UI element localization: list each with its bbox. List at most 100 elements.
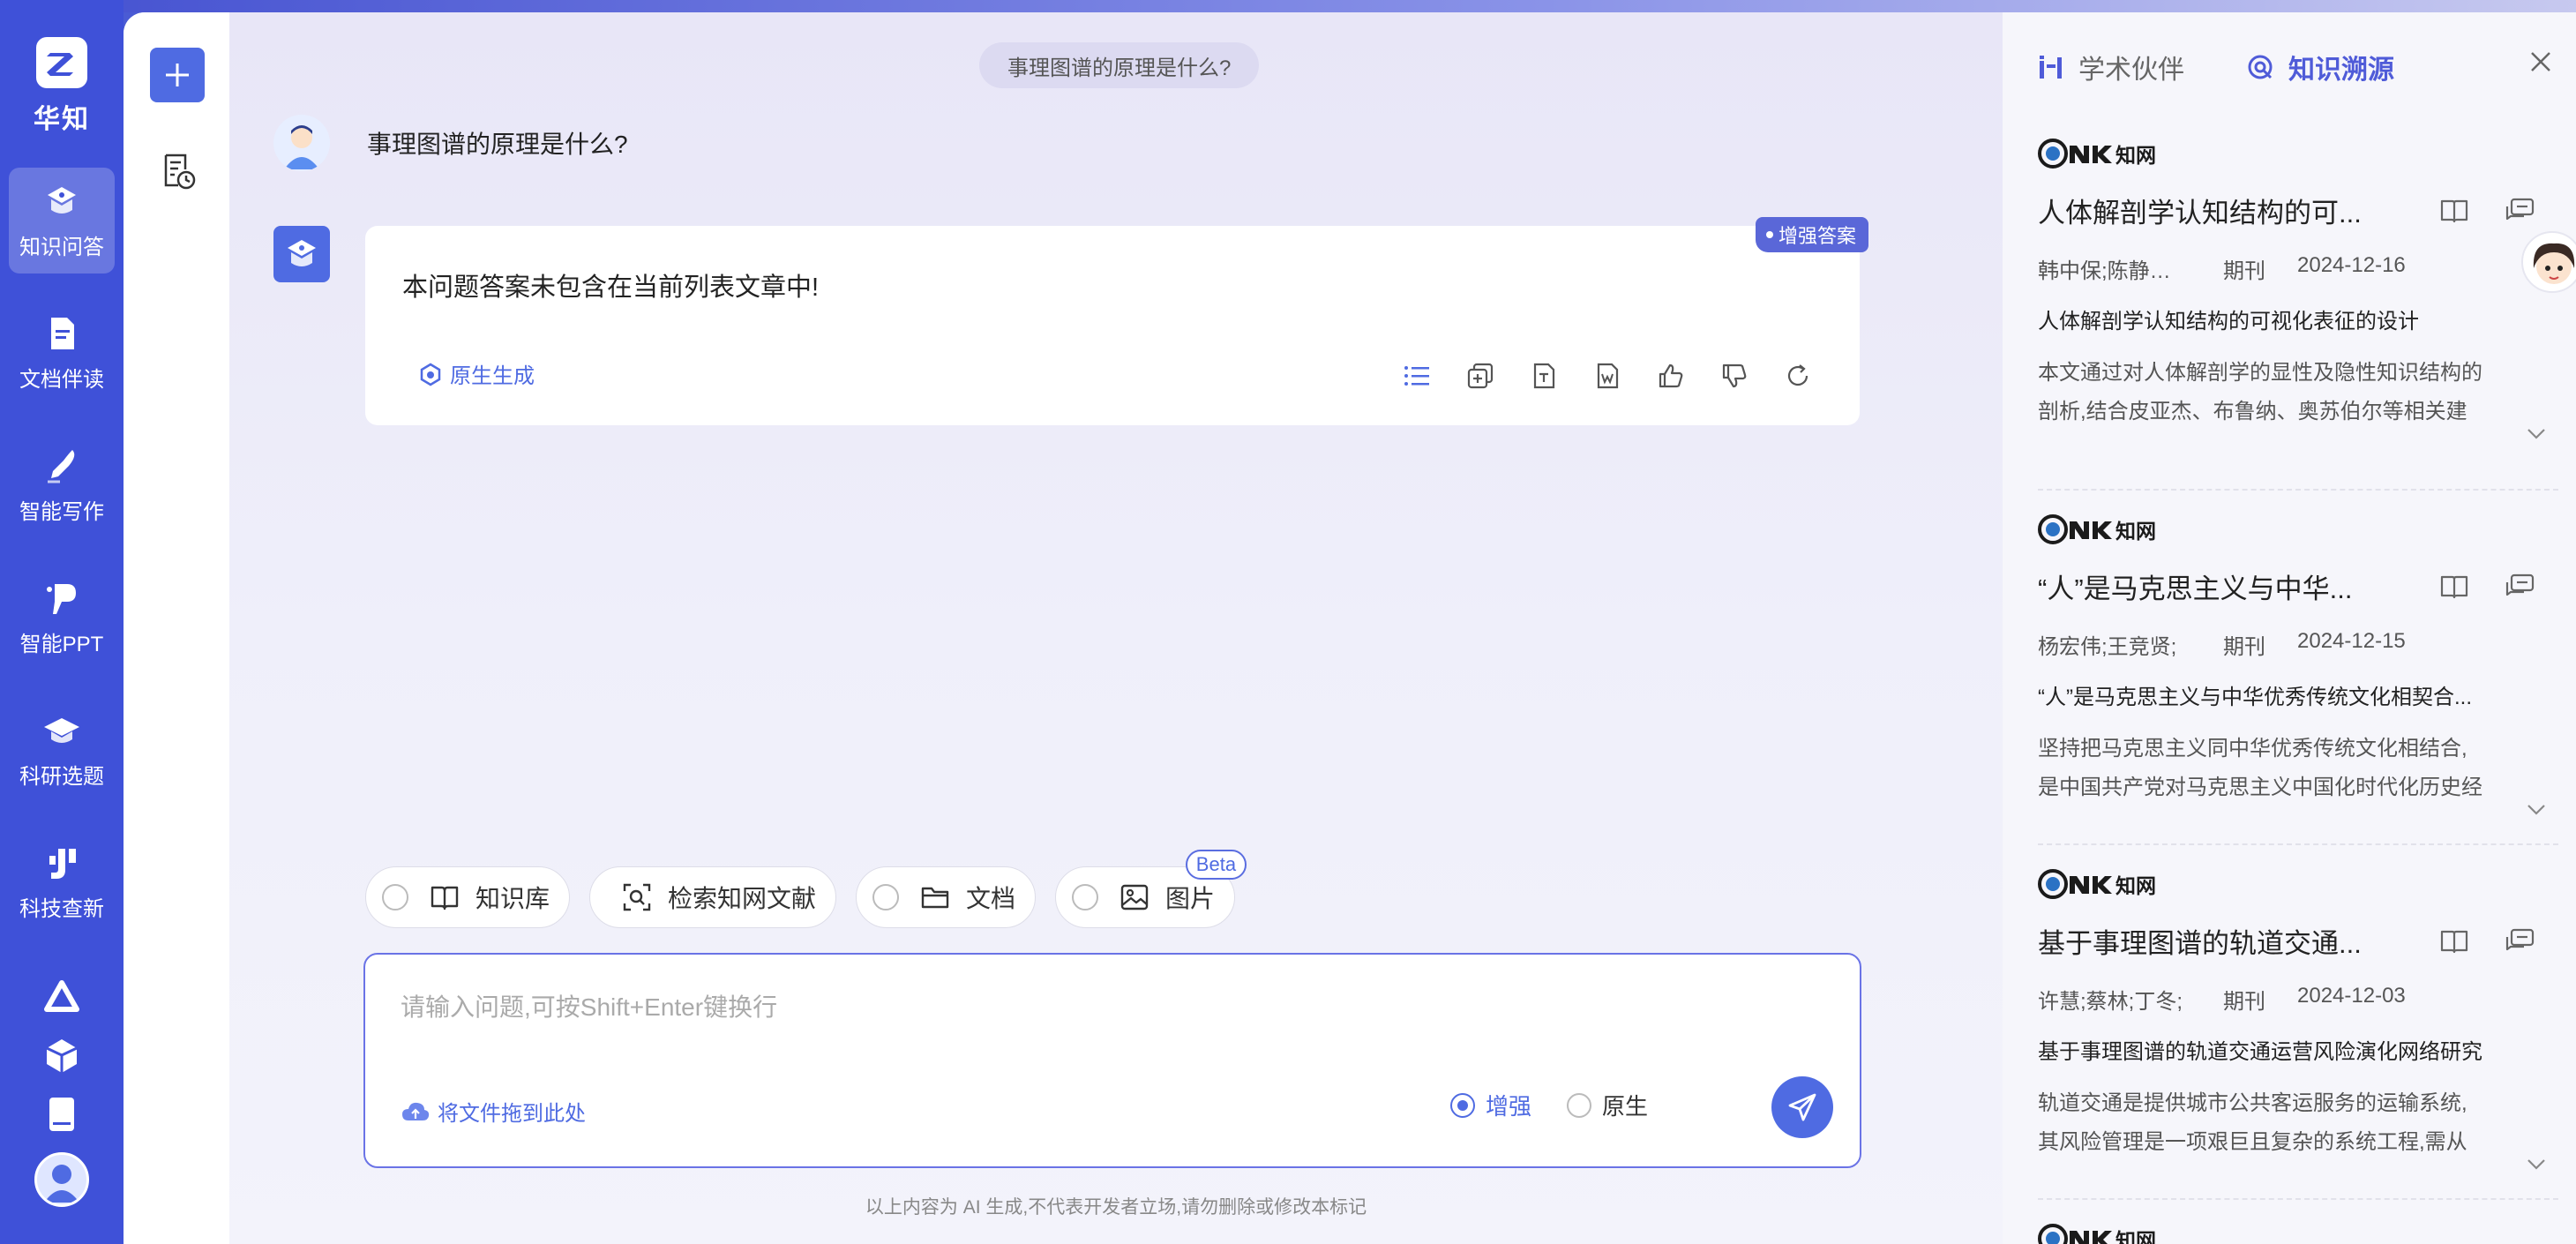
reference-abstract: 坚持把马克思主义同中华优秀传统文化相结合, 是中国共产党对马克思主义中国化时代化… bbox=[2038, 730, 2497, 807]
export-word-button[interactable] bbox=[1590, 358, 1625, 393]
chevron-down-icon[interactable] bbox=[2523, 796, 2550, 822]
nav-item-qa[interactable]: 知识问答 bbox=[9, 168, 115, 274]
send-button[interactable] bbox=[1771, 1076, 1833, 1138]
chip-label: 检索知网文献 bbox=[668, 885, 817, 912]
question-pill[interactable]: 事理图谱的原理是什么? bbox=[979, 42, 1260, 88]
cnki-logo-text: 知网 bbox=[2115, 144, 2156, 167]
ask-button[interactable] bbox=[2504, 571, 2535, 603]
reference-title[interactable]: 人体解剖学认知结构的可... bbox=[2038, 191, 2408, 230]
outline-button[interactable] bbox=[1399, 358, 1434, 393]
mode-native-radio[interactable]: 原生 bbox=[1566, 1089, 1648, 1121]
thumbs-down-icon bbox=[1722, 363, 1747, 388]
beta-badge: Beta bbox=[1185, 850, 1247, 880]
reference-date: 2024-12-15 bbox=[2297, 629, 2406, 653]
user-message: 事理图谱的原理是什么? bbox=[273, 115, 628, 171]
nav-item-topic[interactable]: 科研选题 bbox=[9, 697, 115, 803]
chevron-down-icon[interactable] bbox=[2523, 1150, 2550, 1177]
person-icon bbox=[284, 125, 319, 169]
assistant-avatar bbox=[273, 226, 330, 282]
cnki-globe-icon bbox=[2038, 139, 2112, 169]
reference-title[interactable]: 基于事理图谱的轨道交通... bbox=[2038, 921, 2408, 961]
abstract-line: 轨道交通是提供城市公共客运服务的运输系统, bbox=[2038, 1091, 2467, 1115]
right-panel-tabs: 学术伙伴 知识溯源 bbox=[2038, 48, 2456, 86]
tab-knowledge-trace[interactable]: 知识溯源 bbox=[2246, 48, 2394, 86]
app-logo-text: 华知 bbox=[34, 105, 90, 134]
read-button[interactable] bbox=[2438, 926, 2470, 957]
user-avatar[interactable] bbox=[34, 1152, 89, 1207]
nav-item-writing[interactable]: 智能写作 bbox=[9, 432, 115, 538]
chat-bubble-icon bbox=[2505, 928, 2535, 950]
close-icon bbox=[2531, 52, 2550, 71]
reference-authors: 许慧;蔡林;丁冬; bbox=[2038, 990, 2183, 1014]
chevron-down-icon[interactable] bbox=[2523, 420, 2550, 446]
cnki-logo-text: 知网 bbox=[2115, 1229, 2156, 1244]
triangle-app-icon[interactable] bbox=[41, 978, 82, 1018]
chip-document[interactable]: 文档 bbox=[856, 866, 1037, 928]
like-button[interactable] bbox=[1653, 358, 1689, 393]
reference-title[interactable]: “人”是马克思主义与中华... bbox=[2038, 566, 2408, 606]
reference-item: 知网 人体解剖学认知结构的可... 韩中保;陈静云;... 期刊 2024-12… bbox=[2038, 136, 2558, 491]
app-logo[interactable] bbox=[36, 37, 87, 88]
chat-area: 事理图谱的原理是什么? 事理图谱的原理是什么? 增强答案 本问题答案未包含在当前… bbox=[229, 12, 2003, 1244]
close-panel-button[interactable] bbox=[2523, 44, 2558, 79]
dislike-button[interactable] bbox=[1717, 358, 1752, 393]
nav-item-novelty[interactable]: 科技查新 bbox=[9, 829, 115, 935]
qa-icon bbox=[48, 186, 76, 214]
reference-item: 知网 “人”是马克思主义与中华... 杨宏伟;王竞贤; 期刊 2024-12-1… bbox=[2038, 491, 2558, 845]
chip-knowledge-base[interactable]: 知识库 bbox=[365, 866, 571, 928]
native-generate-button[interactable]: 原生生成 bbox=[418, 358, 535, 389]
main-panel: 事理图谱的原理是什么? 事理图谱的原理是什么? 增强答案 本问题答案未包含在当前… bbox=[124, 12, 2576, 1244]
open-book-icon bbox=[2440, 575, 2468, 598]
drag-upload-area[interactable]: 将文件拖到此处 bbox=[401, 1096, 586, 1127]
cnki-logo: 知网 bbox=[2038, 136, 2558, 171]
question-input[interactable] bbox=[401, 988, 1724, 1059]
document-icon bbox=[51, 317, 74, 349]
history-icon[interactable] bbox=[159, 152, 198, 191]
ask-button[interactable] bbox=[2504, 926, 2535, 957]
chip-image[interactable]: 图片 Beta bbox=[1055, 850, 1247, 928]
scan-search-icon bbox=[623, 883, 651, 911]
nav-item-label: 科技查新 bbox=[19, 896, 104, 921]
chip-radio[interactable] bbox=[1072, 884, 1099, 911]
assistant-character-avatar[interactable] bbox=[2521, 231, 2576, 293]
text-doc-icon bbox=[1533, 363, 1555, 389]
read-button[interactable] bbox=[2438, 571, 2470, 603]
ai-disclaimer: 以上内容为 AI 生成,不代表开发者立场,请勿删除或修改本标记 bbox=[865, 1197, 1367, 1218]
answer-text: 本问题答案未包含在当前列表文章中! bbox=[402, 274, 820, 302]
read-button[interactable] bbox=[2438, 195, 2470, 227]
answer-mode-options: 增强 原生 bbox=[1415, 1089, 1648, 1121]
reference-abstract: 轨道交通是提供城市公共客运服务的运输系统, 其风险管理是一项艰巨且复杂的系统工程… bbox=[2038, 1084, 2497, 1162]
copy-button[interactable] bbox=[1463, 358, 1498, 393]
right-panel: 学术伙伴 知识溯源 知网 人体解剖学认知结构的可... 韩中保;陈静云;... … bbox=[2003, 12, 2576, 1244]
cube-app-icon[interactable] bbox=[41, 1036, 82, 1076]
chip-radio[interactable] bbox=[382, 884, 408, 911]
reference-type: 期刊 bbox=[2223, 990, 2265, 1014]
ask-button[interactable] bbox=[2504, 195, 2535, 227]
tab-academic-partner[interactable]: 学术伙伴 bbox=[2038, 48, 2184, 86]
word-doc-icon bbox=[1597, 363, 1619, 389]
chat-bubble-icon bbox=[2505, 198, 2535, 220]
nav-item-doc-reading[interactable]: 文档伴读 bbox=[9, 300, 115, 406]
chip-radio[interactable] bbox=[872, 884, 900, 911]
nav-item-ppt[interactable]: 智能PPT bbox=[9, 565, 115, 671]
cnki-logo-text: 知网 bbox=[2115, 874, 2156, 897]
reference-subtitle: 基于事理图谱的轨道交通运营风险演化网络研究 bbox=[2038, 1040, 2482, 1064]
search-new-icon bbox=[49, 848, 76, 879]
chat-bubble-icon bbox=[2505, 573, 2535, 596]
mode-enhanced-radio[interactable]: 增强 bbox=[1449, 1089, 1531, 1121]
user-question-text: 事理图谱的原理是什么? bbox=[367, 131, 628, 158]
tablet-icon[interactable] bbox=[41, 1094, 82, 1135]
export-text-button[interactable] bbox=[1526, 358, 1561, 393]
chip-cnki-search[interactable]: 检索知网文献 bbox=[589, 866, 837, 928]
abstract-line: 本文通过对人体解剖学的显性及隐性知识结构的 bbox=[2038, 361, 2482, 385]
graduation-cap-icon bbox=[44, 717, 79, 743]
chip-label: 图片 bbox=[1165, 885, 1216, 912]
folder-icon bbox=[921, 887, 949, 909]
answer-card: 增强答案 本问题答案未包含在当前列表文章中! 原生生成 bbox=[365, 217, 1868, 425]
cloud-upload-icon bbox=[402, 1102, 430, 1120]
regenerate-button[interactable] bbox=[1780, 358, 1816, 393]
reference-subtitle: “人”是马克思主义与中华优秀传统文化相契合... bbox=[2038, 686, 2472, 709]
trace-icon bbox=[2248, 55, 2273, 79]
new-chat-button[interactable] bbox=[150, 48, 205, 102]
reference-type: 期刊 bbox=[2223, 635, 2265, 659]
